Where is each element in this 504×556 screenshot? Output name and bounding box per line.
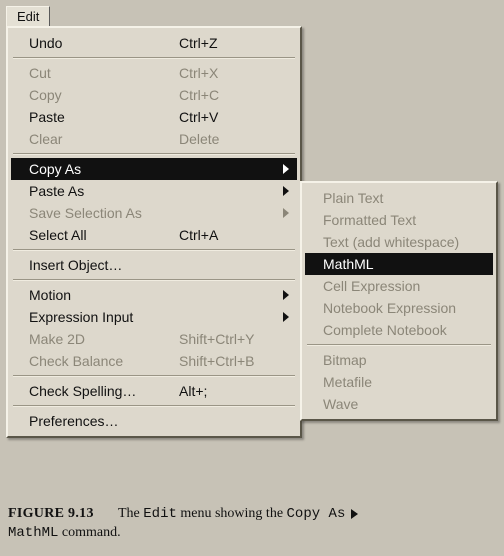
menu-item-paste[interactable]: Paste Ctrl+V [11, 106, 297, 128]
menu-item-save-selection-as: Save Selection As [11, 202, 297, 224]
menu-shortcut: Alt+; [179, 383, 207, 399]
submenu-item-text-whitespace: Text (add whitespace) [305, 231, 493, 253]
caption-mono: Edit [143, 506, 177, 522]
menu-label: Complete Notebook [323, 322, 447, 338]
right-arrow-icon [351, 509, 358, 519]
menu-shortcut: Ctrl+X [179, 65, 218, 81]
submenu-item-plain-text: Plain Text [305, 187, 493, 209]
menu-separator [13, 57, 295, 59]
menu-shortcut: Delete [179, 131, 219, 147]
menu-item-undo[interactable]: Undo Ctrl+Z [11, 32, 297, 54]
menu-label: Paste [29, 109, 65, 125]
menu-item-paste-as[interactable]: Paste As [11, 180, 297, 202]
menu-item-copy: Copy Ctrl+C [11, 84, 297, 106]
menu-label: Save Selection As [29, 205, 142, 221]
submenu-item-bitmap: Bitmap [305, 349, 493, 371]
menu-item-check-balance: Check Balance Shift+Ctrl+B [11, 350, 297, 372]
menu-separator [13, 405, 295, 407]
menu-label: Check Balance [29, 353, 123, 369]
menu-separator [13, 249, 295, 251]
menu-label: MathML [323, 256, 374, 272]
figure-label: FIGURE 9.13 [8, 506, 94, 521]
menu-item-copy-as[interactable]: Copy As [11, 158, 297, 180]
menu-label: Check Spelling… [29, 383, 136, 399]
menu-label: Motion [29, 287, 71, 303]
menu-item-motion[interactable]: Motion [11, 284, 297, 306]
caption-text: The [118, 506, 143, 521]
submenu-item-notebook-expression: Notebook Expression [305, 297, 493, 319]
menu-item-preferences[interactable]: Preferences… [11, 410, 297, 432]
caption-text: command. [58, 525, 120, 540]
menu-shortcut: Ctrl+A [179, 227, 218, 243]
caption-text: menu showing the [177, 506, 287, 521]
submenu-arrow-icon [283, 312, 289, 322]
menu-label: Copy As [29, 161, 81, 177]
menu-separator [13, 375, 295, 377]
menu-label: Insert Object… [29, 257, 122, 273]
menu-shortcut: Ctrl+C [179, 87, 219, 103]
submenu-item-cell-expression: Cell Expression [305, 275, 493, 297]
menu-label: Formatted Text [323, 212, 416, 228]
menu-label: Select All [29, 227, 87, 243]
menu-item-cut: Cut Ctrl+X [11, 62, 297, 84]
menu-label: Make 2D [29, 331, 85, 347]
figure-caption: FIGURE 9.13 The Edit menu showing the Co… [8, 505, 496, 543]
menu-label: Text (add whitespace) [323, 234, 459, 250]
menu-label: Cut [29, 65, 51, 81]
menu-item-select-all[interactable]: Select All Ctrl+A [11, 224, 297, 246]
submenu-arrow-icon [283, 164, 289, 174]
menu-label: Expression Input [29, 309, 133, 325]
menu-label: Notebook Expression [323, 300, 456, 316]
menu-shortcut: Shift+Ctrl+B [179, 353, 254, 369]
menu-item-clear: Clear Delete [11, 128, 297, 150]
menu-label: Cell Expression [323, 278, 420, 294]
menu-label: Copy [29, 87, 62, 103]
submenu-item-mathml[interactable]: MathML [305, 253, 493, 275]
menu-shortcut: Shift+Ctrl+Y [179, 331, 254, 347]
submenu-item-complete-notebook: Complete Notebook [305, 319, 493, 341]
submenu-arrow-icon [283, 186, 289, 196]
menu-separator [13, 279, 295, 281]
caption-mono: Copy As [287, 506, 346, 522]
menu-shortcut: Ctrl+Z [179, 35, 218, 51]
menu-label: Undo [29, 35, 62, 51]
menu-label: Clear [29, 131, 62, 147]
menu-label: Wave [323, 396, 358, 412]
menu-label: Preferences… [29, 413, 118, 429]
menu-item-expression-input[interactable]: Expression Input [11, 306, 297, 328]
menu-item-check-spelling[interactable]: Check Spelling… Alt+; [11, 380, 297, 402]
menu-title-edit[interactable]: Edit [6, 6, 50, 27]
submenu-item-metafile: Metafile [305, 371, 493, 393]
menu-item-insert-object[interactable]: Insert Object… [11, 254, 297, 276]
submenu-item-formatted-text: Formatted Text [305, 209, 493, 231]
copy-as-submenu: Plain Text Formatted Text Text (add whit… [300, 181, 498, 421]
submenu-arrow-icon [283, 290, 289, 300]
submenu-arrow-icon [283, 208, 289, 218]
menu-separator [13, 153, 295, 155]
menu-label: Plain Text [323, 190, 383, 206]
edit-dropdown-menu: Undo Ctrl+Z Cut Ctrl+X Copy Ctrl+C Paste… [6, 26, 302, 438]
menu-separator [307, 344, 491, 346]
caption-mono: MathML [8, 525, 58, 541]
menu-item-make-2d: Make 2D Shift+Ctrl+Y [11, 328, 297, 350]
menu-label: Metafile [323, 374, 372, 390]
menu-label: Paste As [29, 183, 84, 199]
menu-label: Bitmap [323, 352, 367, 368]
submenu-item-wave: Wave [305, 393, 493, 415]
menu-shortcut: Ctrl+V [179, 109, 218, 125]
